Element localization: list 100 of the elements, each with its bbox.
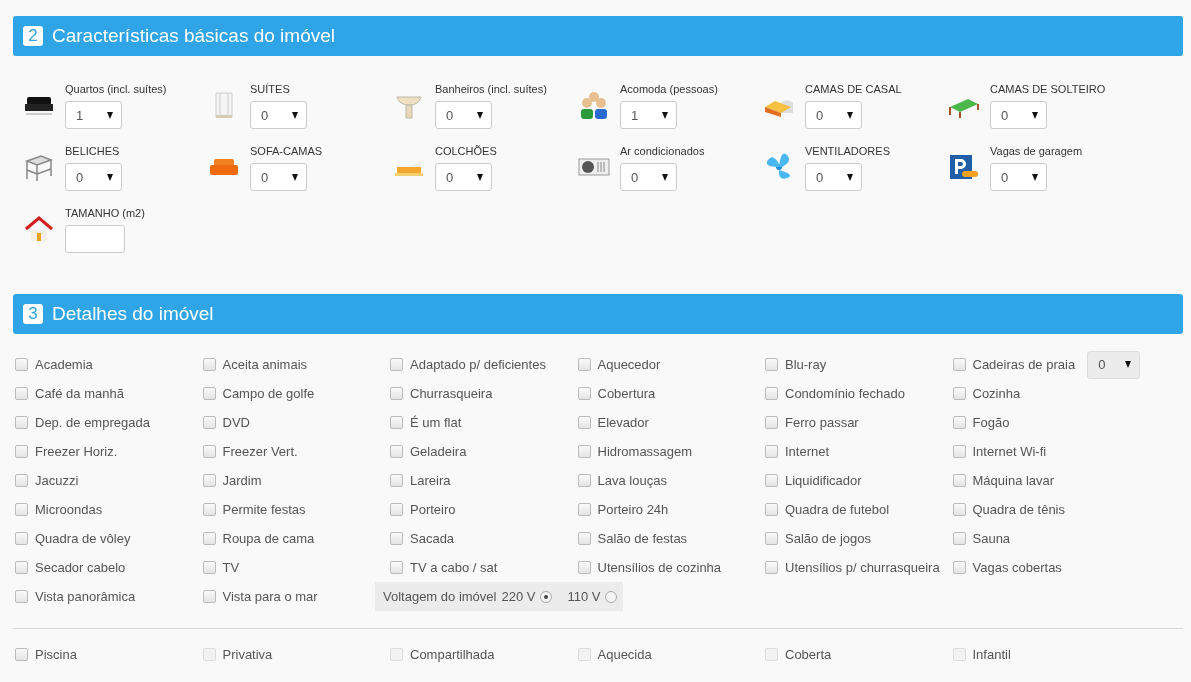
dropdown[interactable]: 0 (250, 101, 307, 129)
checkbox[interactable] (577, 416, 591, 429)
checkbox[interactable] (202, 532, 216, 545)
checkbox[interactable] (15, 648, 28, 661)
field-label: CAMAS DE SOLTEIRO (990, 83, 1106, 95)
checkbox[interactable] (577, 358, 591, 371)
checkbox-label: Porteiro 24h (597, 502, 669, 517)
field-label: SUÍTES (250, 83, 291, 95)
dropdown[interactable]: 1 (620, 101, 677, 129)
checkbox[interactable] (202, 445, 216, 458)
checkbox[interactable] (765, 474, 778, 487)
checkbox[interactable] (390, 474, 403, 487)
checkbox-label: Hidromassagem (597, 444, 693, 459)
checkbox-label: Academia (35, 357, 93, 372)
checkbox[interactable] (577, 445, 591, 458)
checkbox[interactable] (390, 416, 403, 429)
checkbox[interactable] (390, 561, 403, 574)
checkbox[interactable] (15, 445, 28, 458)
checkbox[interactable] (952, 416, 966, 429)
checkbox-label: Ferro passar (785, 415, 859, 430)
checkbox[interactable] (952, 358, 966, 371)
checkbox[interactable] (952, 445, 966, 458)
checkbox-label: Internet (785, 444, 830, 459)
field-label: Banheiros (incl. suítes) (435, 83, 547, 95)
dropdown[interactable]: 0 (805, 163, 862, 191)
checkbox[interactable] (952, 474, 966, 487)
checkbox[interactable] (577, 503, 591, 516)
checkbox-label: Elevador (597, 415, 649, 430)
caret-icon (107, 173, 113, 181)
checkbox[interactable] (15, 561, 28, 574)
checkbox-label: Porteiro (410, 502, 456, 517)
checkbox[interactable] (577, 474, 591, 487)
checkbox-label: Lareira (410, 473, 451, 488)
checkbox[interactable] (202, 503, 216, 516)
checkbox[interactable] (952, 532, 966, 545)
section-number: 3 (23, 304, 43, 324)
radio-button[interactable] (540, 590, 553, 603)
checkbox[interactable] (390, 358, 403, 371)
checkbox-label: Adaptado p/ deficientes (410, 357, 546, 372)
dropdown[interactable]: 0 (805, 101, 862, 129)
checkbox[interactable] (577, 561, 591, 574)
checkbox[interactable] (202, 416, 216, 429)
checkbox[interactable] (390, 532, 403, 545)
checkbox-label: Fogão (972, 415, 1010, 430)
dropdown[interactable]: 0 (990, 163, 1047, 191)
checkbox[interactable] (765, 532, 778, 545)
checkbox-label: Quadra de vôley (35, 531, 131, 546)
checkbox-label: Campo de golfe (222, 386, 315, 401)
checkbox[interactable] (765, 358, 778, 371)
dropdown[interactable]: 1 (65, 101, 122, 129)
checkbox[interactable] (765, 561, 778, 574)
checkbox[interactable] (952, 387, 966, 400)
dropdown[interactable]: 0 (990, 101, 1047, 129)
checkbox[interactable] (952, 503, 966, 516)
checkbox-label: Cozinha (972, 386, 1021, 401)
dropdown[interactable]: 0 (435, 101, 492, 129)
checkbox-label: Dep. de empregada (35, 415, 150, 430)
checkbox[interactable] (15, 532, 28, 545)
checkbox-label: Aquecedor (597, 357, 661, 372)
checkbox-label: Café da manhã (35, 386, 124, 401)
field-label: CAMAS DE CASAL (805, 83, 902, 95)
input-field[interactable] (65, 225, 125, 253)
dropdown[interactable]: 0 (65, 163, 122, 191)
checkbox[interactable] (952, 561, 966, 574)
field-label: COLCHÕES (435, 145, 497, 157)
checkbox[interactable] (390, 503, 403, 516)
dropdown[interactable]: 0 (250, 163, 307, 191)
checkbox[interactable] (15, 416, 28, 429)
field-label: BELICHES (65, 145, 121, 157)
checkbox[interactable] (15, 358, 28, 371)
checkbox[interactable] (15, 387, 28, 400)
checkbox[interactable] (202, 590, 216, 603)
checkbox-label: Sacada (410, 531, 455, 546)
radio-group-label: Voltagem do imóvel (383, 589, 497, 604)
checkbox[interactable] (202, 387, 216, 400)
checkbox[interactable] (15, 503, 28, 516)
checkbox[interactable] (390, 445, 403, 458)
dropdown[interactable]: 0 (1087, 350, 1140, 379)
checkbox[interactable] (15, 590, 28, 603)
checkbox-label: Piscina (35, 647, 77, 662)
checkbox-label: Privativa (222, 647, 273, 662)
checkbox-label: Vista para o mar (222, 589, 318, 604)
checkbox-label: Infantil (972, 647, 1011, 662)
checkbox[interactable] (202, 474, 216, 487)
radio-button[interactable] (605, 590, 618, 603)
checkbox[interactable] (765, 445, 778, 458)
checkbox-label: Quadra de futebol (785, 502, 890, 517)
checkbox[interactable] (202, 561, 216, 574)
checkbox[interactable] (202, 358, 216, 371)
checkbox[interactable] (15, 474, 28, 487)
checkbox[interactable] (765, 416, 778, 429)
checkbox[interactable] (577, 387, 591, 400)
dropdown[interactable]: 0 (435, 163, 492, 191)
checkbox[interactable] (577, 532, 591, 545)
checkbox[interactable] (765, 503, 778, 516)
checkbox-label: Vista panorâmica (35, 589, 136, 604)
caret-icon (847, 173, 853, 181)
checkbox[interactable] (390, 387, 403, 400)
dropdown[interactable]: 0 (620, 163, 677, 191)
checkbox[interactable] (765, 387, 778, 400)
